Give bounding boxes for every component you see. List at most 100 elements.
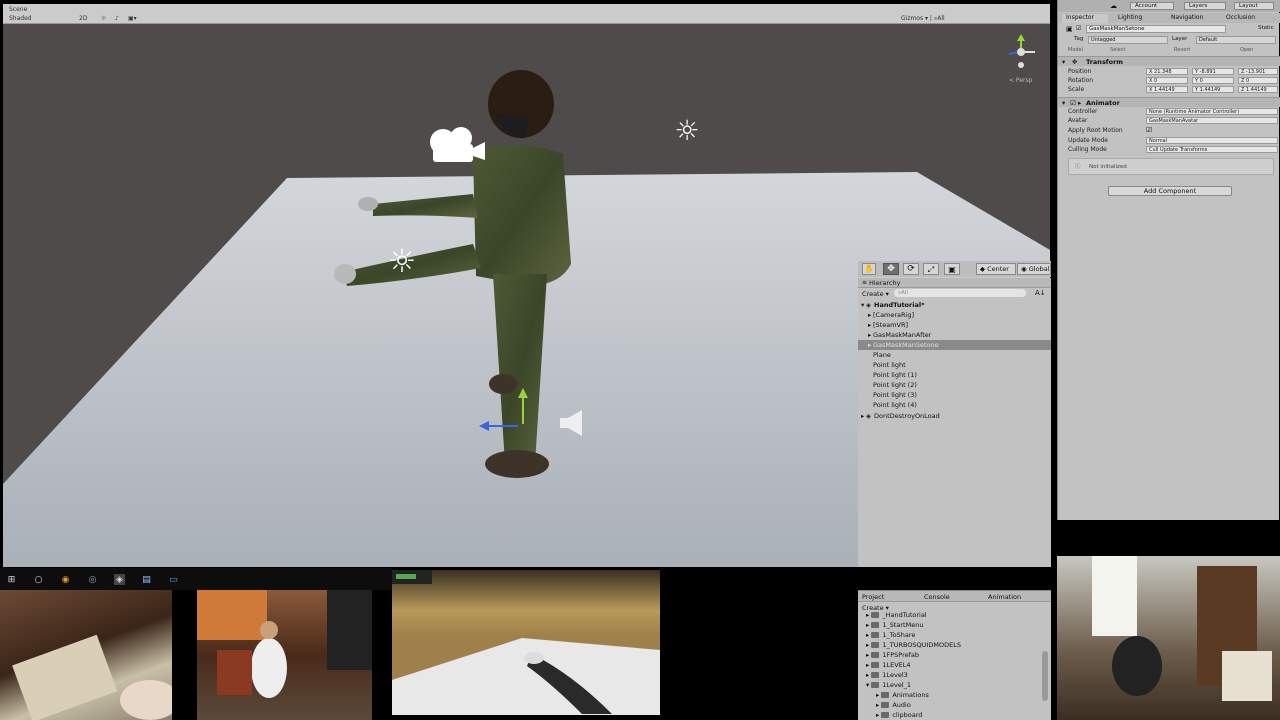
- hierarchy-item[interactable]: Point light: [858, 360, 1051, 370]
- foldout-arrow-icon[interactable]: ▾: [1062, 57, 1065, 67]
- orientation-gizmo-icon[interactable]: [1003, 32, 1039, 72]
- hierarchy-item[interactable]: Point light (4): [858, 400, 1051, 410]
- camera-gizmo-icon[interactable]: [427, 120, 487, 164]
- position-z-field[interactable]: Z -13.901: [1238, 68, 1278, 75]
- audio-toggle-icon[interactable]: ♪: [115, 15, 119, 22]
- prefab-revert-button[interactable]: Revert: [1174, 47, 1190, 53]
- app-icon[interactable]: ▤: [141, 574, 152, 585]
- rotation-x-field[interactable]: X 0: [1146, 77, 1188, 84]
- hierarchy-tab[interactable]: Hierarchy: [869, 279, 900, 287]
- lighting-toggle-icon[interactable]: ☼: [101, 15, 106, 22]
- object-name-field[interactable]: GasMaskManSetone: [1086, 25, 1226, 33]
- audio-source-gizmo-icon[interactable]: [558, 408, 588, 438]
- prefab-open-button[interactable]: Open: [1240, 47, 1253, 53]
- project-folder-item[interactable]: ▸ 1_TURBOSQUIDMODELS: [866, 641, 961, 649]
- steam-icon[interactable]: ◎: [87, 574, 98, 585]
- position-y-field[interactable]: Y -8.891: [1192, 68, 1234, 75]
- sort-icon[interactable]: A↓: [1035, 289, 1046, 297]
- update-mode-dropdown[interactable]: Normal: [1146, 137, 1278, 144]
- tab-project[interactable]: Project: [862, 593, 884, 601]
- project-folder-item[interactable]: ▸ _HandTutorial: [866, 611, 927, 619]
- transform-header[interactable]: ▾ ✥ Transform: [1058, 56, 1280, 66]
- culling-mode-dropdown[interactable]: Cull Update Transforms: [1146, 146, 1278, 153]
- static-checkbox[interactable]: Static: [1258, 25, 1274, 31]
- animator-enabled-checkbox[interactable]: ☑: [1070, 98, 1076, 108]
- 2d-toggle[interactable]: 2D: [79, 15, 87, 22]
- scale-tool-icon[interactable]: ⤢: [923, 263, 939, 275]
- rotation-z-field[interactable]: Z 0: [1238, 77, 1278, 84]
- add-component-button[interactable]: Add Component: [1108, 186, 1232, 196]
- foldout-arrow-icon[interactable]: ▾: [1062, 98, 1065, 108]
- hand-tool-icon[interactable]: ✋: [862, 263, 876, 275]
- hierarchy-item[interactable]: Point light (3): [858, 390, 1051, 400]
- hierarchy-item[interactable]: ▸ GasMaskManSetone: [858, 340, 1051, 350]
- tab-navigation[interactable]: Navigation: [1171, 14, 1203, 21]
- expand-arrow-icon[interactable]: ▸: [861, 411, 864, 421]
- tab-occlusion[interactable]: Occlusion: [1226, 14, 1255, 21]
- project-folder-item[interactable]: ▸ 1Level3: [866, 671, 908, 679]
- unity-icon[interactable]: ◈: [114, 574, 125, 585]
- project-folder-item[interactable]: ▸ 1LEVEL4: [866, 661, 911, 669]
- active-checkbox[interactable]: ☑: [1076, 25, 1081, 32]
- hierarchy-item[interactable]: ▸ [CameraRig]: [858, 310, 1051, 320]
- rect-tool-icon[interactable]: ▣: [944, 263, 960, 275]
- move-tool-icon[interactable]: ✥: [883, 263, 899, 275]
- avatar-field[interactable]: GasMaskManAvatar: [1146, 117, 1278, 124]
- hierarchy-search-input[interactable]: ⌕All: [894, 289, 1026, 297]
- expand-arrow-icon[interactable]: ▸: [868, 330, 871, 340]
- tab-console[interactable]: Console: [924, 593, 950, 601]
- hierarchy-item[interactable]: ▸ GasMaskManAfter: [858, 330, 1051, 340]
- scene-root-item[interactable]: ▾ ◈ HandTutorial*: [858, 300, 1051, 310]
- pivot-center-button[interactable]: ◆ Center: [976, 263, 1016, 275]
- root-motion-checkbox[interactable]: ☑: [1146, 126, 1152, 134]
- project-folder-item[interactable]: ▸ clipboard: [876, 711, 922, 719]
- persp-label[interactable]: < Persp: [1009, 77, 1032, 84]
- cloud-icon[interactable]: ☁: [1110, 2, 1117, 10]
- project-folder-item[interactable]: ▸ 1_ToShare: [866, 631, 915, 639]
- hierarchy-item[interactable]: Point light (2): [858, 380, 1051, 390]
- windows-start-icon[interactable]: ⊞: [6, 574, 17, 585]
- account-dropdown[interactable]: Account: [1130, 2, 1174, 10]
- layers-dropdown[interactable]: Layers: [1184, 2, 1226, 10]
- animator-header[interactable]: ▾ ☑ ▸ Animator: [1058, 97, 1280, 107]
- scene-tab[interactable]: Scene: [9, 6, 27, 13]
- pivot-global-button[interactable]: ◉ Global: [1017, 263, 1051, 275]
- light-gizmo-icon[interactable]: ☼: [383, 242, 421, 280]
- dont-destroy-item[interactable]: ▸ ◈ DontDestroyOnLoad: [858, 411, 1051, 421]
- chrome-icon[interactable]: ◉: [60, 574, 71, 585]
- rotation-y-field[interactable]: Y 0: [1192, 77, 1234, 84]
- shading-mode-dropdown[interactable]: Shaded: [9, 15, 32, 22]
- project-folder-item[interactable]: ▸ 1FPSPrefab: [866, 651, 919, 659]
- scale-y-field[interactable]: Y 1.44149: [1192, 86, 1234, 93]
- tab-inspector[interactable]: Inspector: [1062, 14, 1108, 23]
- controller-field[interactable]: None (Runtime Animator Controller): [1146, 108, 1278, 115]
- tab-lighting[interactable]: Lighting: [1118, 14, 1142, 21]
- light-gizmo-icon[interactable]: ☼: [670, 114, 704, 148]
- tag-dropdown[interactable]: Untagged: [1088, 36, 1168, 44]
- prefab-select-button[interactable]: Select: [1110, 47, 1125, 53]
- prefab-model-button[interactable]: Model: [1068, 47, 1083, 53]
- search-icon[interactable]: ○: [33, 574, 44, 585]
- hierarchy-item[interactable]: ▸ [SteamVR]: [858, 320, 1051, 330]
- expand-arrow-icon[interactable]: ▸: [868, 340, 871, 350]
- expand-arrow-icon[interactable]: ▸: [868, 320, 871, 330]
- expand-arrow-icon[interactable]: ▸: [868, 310, 871, 320]
- layout-dropdown[interactable]: Layout: [1234, 2, 1274, 10]
- gizmos-dropdown[interactable]: Gizmos ▾ | ⌕All: [901, 15, 945, 23]
- project-folder-item[interactable]: ▸ 1_StartMenu: [866, 621, 923, 629]
- hierarchy-item[interactable]: Point light (1): [858, 370, 1051, 380]
- scale-x-field[interactable]: X 1.44149: [1146, 86, 1188, 93]
- screen-icon[interactable]: ▭: [168, 574, 179, 585]
- expand-arrow-icon[interactable]: ▾: [861, 300, 864, 310]
- project-scrollbar[interactable]: [1042, 651, 1048, 701]
- scale-z-field[interactable]: Z 1.44149: [1238, 86, 1278, 93]
- rotate-tool-icon[interactable]: ⟳: [903, 263, 919, 275]
- hierarchy-item[interactable]: Plane: [858, 350, 1051, 360]
- hierarchy-create-button[interactable]: Create ▾: [862, 290, 889, 298]
- effects-dropdown-icon[interactable]: ▣▾: [128, 15, 137, 22]
- project-folder-item[interactable]: ▾ 1Level_1: [866, 681, 911, 689]
- position-x-field[interactable]: X 21.348: [1146, 68, 1188, 75]
- project-folder-item[interactable]: ▸ Audio: [876, 701, 911, 709]
- project-folder-item[interactable]: ▸ Animations: [876, 691, 929, 699]
- tab-animation[interactable]: Animation: [988, 593, 1021, 601]
